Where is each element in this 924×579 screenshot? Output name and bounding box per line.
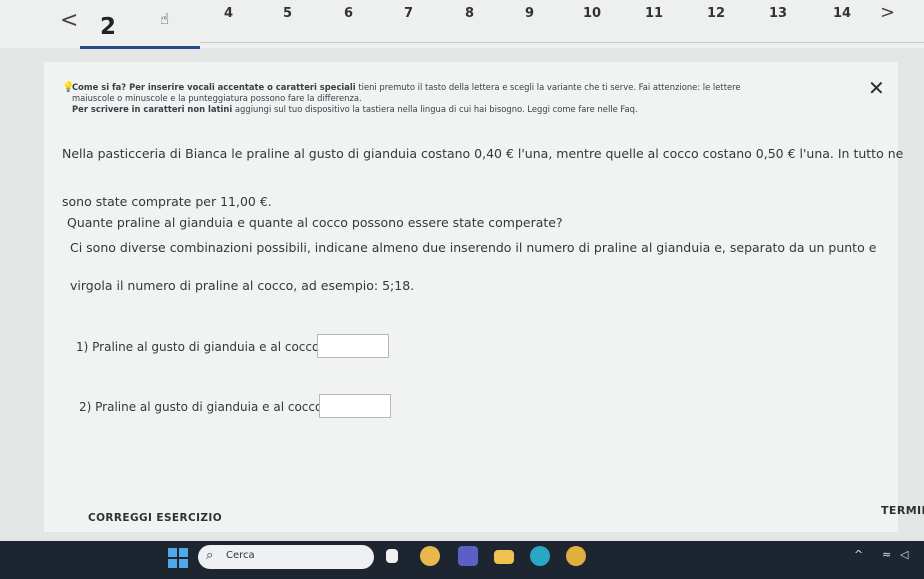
check-exercise-button[interactable]: CORREGGI ESERCIZIO xyxy=(88,512,222,524)
speaker-icon[interactable]: ◁ xyxy=(900,548,908,561)
tip-text-1: tieni premuto il tasto della lettera e s… xyxy=(355,82,741,92)
page-9[interactable]: 9 xyxy=(525,6,534,21)
answer-1-input[interactable] xyxy=(317,334,389,358)
answer-2-label: 2) Praline al gusto di gianduia e al coc… xyxy=(79,400,323,414)
answer-2-input[interactable] xyxy=(319,394,391,418)
page-14[interactable]: 14 xyxy=(833,6,851,21)
page-8[interactable]: 8 xyxy=(465,6,474,21)
current-question-number[interactable]: 2 xyxy=(100,14,116,40)
page-12[interactable]: 12 xyxy=(707,6,725,21)
chrome-icon[interactable] xyxy=(420,546,440,566)
page-4[interactable]: 4 xyxy=(224,6,233,21)
tip-text-2: maiuscole o minuscole e la punteggiatura… xyxy=(72,93,362,103)
problem-line-2: sono state comprate per 11,00 €. xyxy=(62,194,272,209)
search-icon: ⌕ xyxy=(206,548,214,563)
page-6[interactable]: 6 xyxy=(344,6,353,21)
exercise-panel xyxy=(44,62,898,532)
answer-1-label: 1) Praline al gusto di gianduia e al coc… xyxy=(76,340,320,354)
finish-button[interactable]: TERMIN xyxy=(881,504,924,517)
chrome-canary-icon[interactable] xyxy=(566,546,586,566)
current-page-indicator xyxy=(80,46,200,49)
hand-pointer-icon: ☝ xyxy=(160,10,170,28)
page-13[interactable]: 13 xyxy=(769,6,787,21)
problem-instructions-2: virgola il numero di praline al cocco, a… xyxy=(70,278,415,293)
page-7[interactable]: 7 xyxy=(404,6,413,21)
page-11[interactable]: 11 xyxy=(645,6,663,21)
chevron-up-icon[interactable]: ^ xyxy=(854,548,863,561)
tip-bold-2: Per scrivere in caratteri non latini xyxy=(72,104,233,114)
question-pager: < 2 ☝ 4 5 6 7 8 9 10 11 12 13 14 > xyxy=(0,0,924,49)
next-arrow-icon[interactable]: > xyxy=(880,2,895,23)
teams-icon[interactable] xyxy=(458,546,478,566)
page-10[interactable]: 10 xyxy=(583,6,601,21)
edge-icon[interactable] xyxy=(530,546,550,566)
wifi-icon[interactable]: ≈ xyxy=(882,548,891,561)
tip-text-3: aggiungi sul tuo dispositivo la tastiera… xyxy=(232,104,638,114)
file-explorer-icon[interactable] xyxy=(386,549,398,563)
close-icon[interactable]: ✕ xyxy=(868,76,885,100)
taskbar-search[interactable]: ⌕ Cerca xyxy=(198,545,374,569)
problem-question: Quante praline al gianduia e quante al c… xyxy=(67,215,563,230)
folder-icon[interactable] xyxy=(494,550,514,564)
pager-divider xyxy=(200,42,924,43)
windows-start-icon[interactable] xyxy=(168,548,188,568)
lightbulb-icon: 💡 xyxy=(62,82,75,93)
problem-line-1: Nella pasticceria di Bianca le praline a… xyxy=(62,146,904,161)
prev-arrow-icon[interactable]: < xyxy=(60,8,78,33)
input-help-tip: 💡 Come si fa? Per inserire vocali accent… xyxy=(62,82,862,115)
problem-instructions-1: Ci sono diverse combinazioni possibili, … xyxy=(70,240,877,255)
page-5[interactable]: 5 xyxy=(283,6,292,21)
tip-bold-1: Come si fa? Per inserire vocali accentat… xyxy=(72,82,356,92)
search-placeholder: Cerca xyxy=(226,550,255,561)
